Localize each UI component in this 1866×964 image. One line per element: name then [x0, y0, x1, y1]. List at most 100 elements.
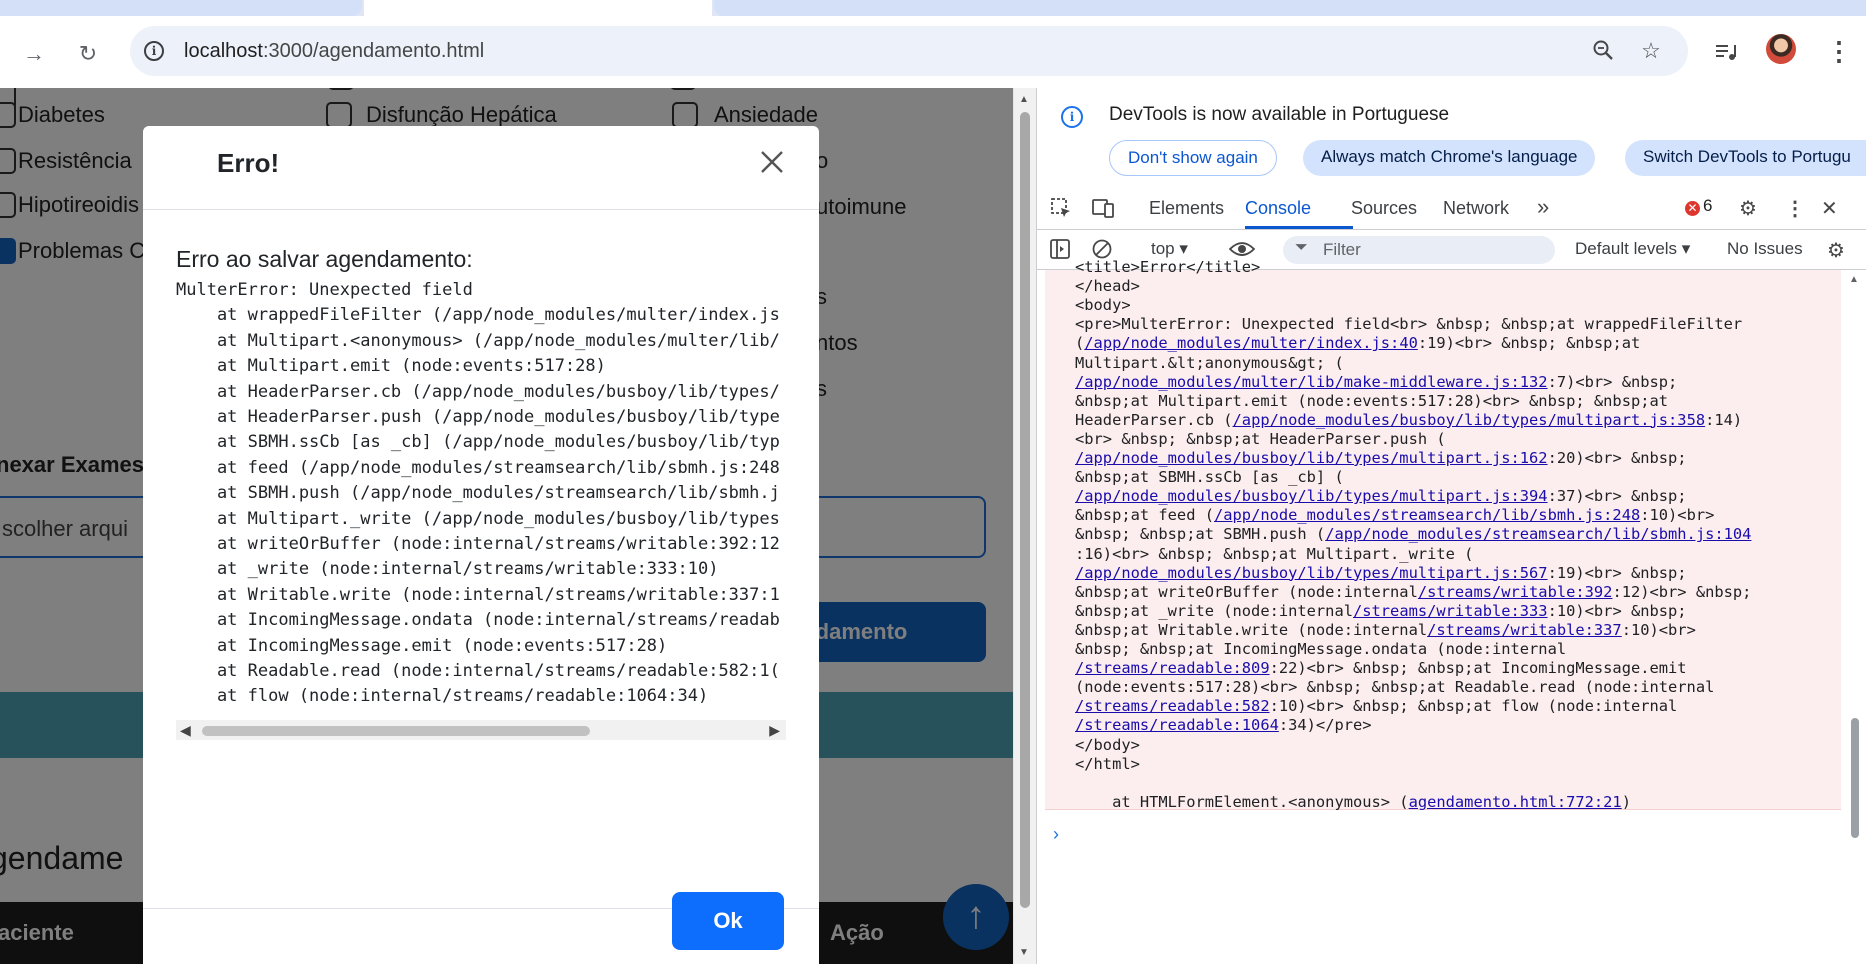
close-devtools-icon[interactable]: ✕	[1821, 196, 1838, 221]
browser-menu-icon[interactable]: ⋮	[1826, 36, 1852, 67]
source-link[interactable]: /app/node_modules/busboy/lib/types/multi…	[1075, 449, 1548, 467]
console-prompt-chevron-icon[interactable]: ›	[1053, 824, 1059, 845]
reload-icon[interactable]: ↻	[72, 38, 104, 70]
horizontal-scrollbar[interactable]: ◀ ▶	[176, 720, 786, 740]
dont-show-again-button[interactable]: Don't show again	[1109, 140, 1277, 176]
console-text: <title>Error</title>	[1075, 258, 1261, 276]
source-link[interactable]: /streams/writable:333	[1353, 602, 1548, 620]
close-icon[interactable]	[755, 148, 789, 182]
device-toolbar-icon[interactable]	[1091, 196, 1115, 226]
address-bar[interactable]: i localhost:3000/agendamento.html ☆	[130, 26, 1688, 76]
active-tab-indicator	[1245, 226, 1353, 229]
match-language-button[interactable]: Always match Chrome's language	[1303, 140, 1596, 176]
scroll-left-arrow-icon[interactable]: ◀	[180, 722, 191, 739]
console-text: :16)<br> &nbsp; &nbsp;at Multipart._writ…	[1075, 544, 1474, 563]
error-message: Erro ao salvar agendamento:	[176, 246, 473, 272]
scroll-up-arrow-icon[interactable]: ▲	[1019, 94, 1029, 105]
console-line: &nbsp;at Multipart.emit (node:events:517…	[1075, 392, 1668, 410]
devtools-tab-elements[interactable]: Elements	[1149, 198, 1224, 219]
console-line: &nbsp; &nbsp;at SBMH.push (/app/node_mod…	[1075, 525, 1751, 543]
browser-tab-active[interactable]	[364, 0, 712, 16]
tab-strip	[0, 0, 1866, 16]
source-link[interactable]: /streams/readable:809	[1075, 659, 1270, 677]
source-link[interactable]: /app/node_modules/streamsearch/lib/sbmh.…	[1325, 525, 1751, 543]
forward-icon[interactable]: →	[18, 38, 50, 70]
issues-counter[interactable]: No Issues	[1727, 239, 1803, 259]
stack-trace-line: at SBMH.push (/app/node_modules/streamse…	[176, 483, 780, 504]
stack-trace-line: at Multipart.<anonymous> (/app/node_modu…	[176, 330, 780, 351]
source-link[interactable]: /streams/writable:337	[1427, 621, 1622, 639]
scrollbar-thumb[interactable]	[202, 726, 590, 736]
source-link[interactable]: agendamento.html:772:21	[1409, 793, 1622, 811]
bookmark-star-icon[interactable]: ☆	[1638, 38, 1664, 64]
error-stack-trace[interactable]: MulterError: Unexpected field at wrapped…	[176, 280, 786, 724]
console-filter-input[interactable]: ⏷ Filter	[1283, 236, 1555, 264]
source-link[interactable]: /app/node_modules/busboy/lib/types/multi…	[1233, 411, 1706, 429]
console-line: &nbsp;at writeOrBuffer (node:internal/st…	[1075, 583, 1751, 601]
console-text: &nbsp;at Writable.write (node:internal	[1075, 620, 1428, 639]
source-link[interactable]: /app/node_modules/busboy/lib/types/multi…	[1075, 564, 1548, 582]
url-text[interactable]: localhost:3000/agendamento.html	[184, 40, 484, 63]
ok-button[interactable]: Ok	[672, 892, 784, 950]
browser-tab[interactable]	[714, 0, 1866, 16]
console-line: /app/node_modules/busboy/lib/types/multi…	[1075, 564, 1687, 582]
devtools-tab-network[interactable]: Network	[1443, 198, 1509, 219]
console-line: <br> &nbsp; &nbsp;at HeaderParser.push (	[1075, 430, 1446, 448]
scrollbar-thumb[interactable]	[1020, 112, 1030, 908]
devtools-panel: i DevTools is now available in Portugues…	[1036, 88, 1866, 964]
settings-gear-icon[interactable]: ⚙	[1739, 196, 1757, 221]
console-text: )	[1621, 792, 1631, 811]
source-link[interactable]: /app/node_modules/busboy/lib/types/multi…	[1075, 487, 1548, 505]
stack-trace-line: at Writable.write (node:internal/streams…	[176, 584, 780, 605]
console-text: :19)<br> &nbsp; &nbsp;at	[1417, 334, 1641, 353]
console-line: &nbsp;at Writable.write (node:internal/s…	[1075, 621, 1696, 639]
source-link[interactable]: /app/node_modules/multer/index.js:40	[1084, 334, 1418, 352]
media-control-icon[interactable]	[1714, 40, 1740, 70]
context-selector[interactable]: top ▾	[1151, 239, 1188, 259]
console-text: &nbsp; &nbsp;at IncomingMessage.ondata (…	[1075, 640, 1567, 658]
source-link[interactable]: /app/node_modules/multer/lib/make-middle…	[1075, 373, 1548, 391]
page-viewport: Diabetes Disfunção Hepática Ansiedade Re…	[0, 88, 1013, 964]
console-settings-gear-icon[interactable]: ⚙	[1827, 238, 1845, 263]
console-scrollbar[interactable]: ▲	[1845, 270, 1866, 850]
source-link[interactable]: /streams/readable:582	[1075, 697, 1270, 715]
page-scrollbar[interactable]: ▲ ▼	[1013, 88, 1036, 964]
console-text: &nbsp;at _write (node:internal	[1075, 601, 1353, 620]
inspect-element-icon[interactable]	[1049, 196, 1073, 226]
source-link[interactable]: /streams/writable:392	[1418, 583, 1613, 601]
console-text: :10)<br> &nbsp;	[1547, 601, 1687, 620]
stack-trace-line: at IncomingMessage.ondata (node:internal…	[176, 610, 780, 631]
console-line: (/app/node_modules/multer/index.js:40:19…	[1075, 334, 1640, 352]
console-text: &nbsp;at writeOrBuffer (node:internal	[1075, 582, 1418, 601]
more-tabs-icon[interactable]: »	[1537, 194, 1549, 220]
source-link[interactable]: /app/node_modules/streamsearch/lib/sbmh.…	[1214, 506, 1640, 524]
stack-trace-line: at feed (/app/node_modules/streamsearch/…	[176, 457, 780, 478]
source-link[interactable]: /streams/readable:1064	[1075, 716, 1279, 734]
switch-devtools-language-button[interactable]: Switch DevTools to Portugu	[1625, 140, 1866, 176]
console-text: :34)</pre>	[1278, 716, 1372, 735]
modal-title: Erro!	[217, 148, 280, 178]
info-icon: i	[1061, 106, 1083, 128]
profile-avatar[interactable]	[1766, 34, 1796, 64]
log-levels-dropdown[interactable]: Default levels ▾	[1575, 239, 1690, 259]
stack-trace-line: at Readable.read (node:internal/streams/…	[176, 661, 780, 681]
modal-header: Erro!	[143, 126, 819, 210]
error-counter[interactable]: ✕ 6	[1685, 196, 1712, 216]
devtools-tab-sources[interactable]: Sources	[1351, 198, 1417, 219]
scroll-down-arrow-icon[interactable]: ▼	[1019, 947, 1029, 958]
browser-tab[interactable]	[0, 0, 362, 16]
devtools-menu-icon[interactable]: ⋮	[1785, 196, 1805, 221]
devtools-language-infobar: i DevTools is now available in Portugues…	[1037, 88, 1866, 186]
scrollbar-thumb[interactable]	[1851, 718, 1859, 838]
error-icon: ✕	[1685, 201, 1700, 216]
console-error-message[interactable]: <title>Error</title> </head> <body> <pre>Mu…	[1045, 258, 1841, 811]
devtools-tab-console[interactable]: Console	[1245, 198, 1311, 219]
scroll-up-arrow-icon[interactable]: ▲	[1849, 274, 1859, 285]
scroll-right-arrow-icon[interactable]: ▶	[769, 722, 780, 739]
console-line: Multipart.&lt;anonymous&gt; (	[1075, 354, 1344, 372]
console-line: &nbsp;at feed (/app/node_modules/streams…	[1075, 506, 1714, 524]
console-line: /app/node_modules/multer/lib/make-middle…	[1075, 373, 1677, 391]
zoom-icon[interactable]	[1590, 38, 1616, 64]
sidebar-toggle-icon[interactable]	[1049, 238, 1071, 266]
site-info-icon[interactable]: i	[144, 41, 164, 61]
